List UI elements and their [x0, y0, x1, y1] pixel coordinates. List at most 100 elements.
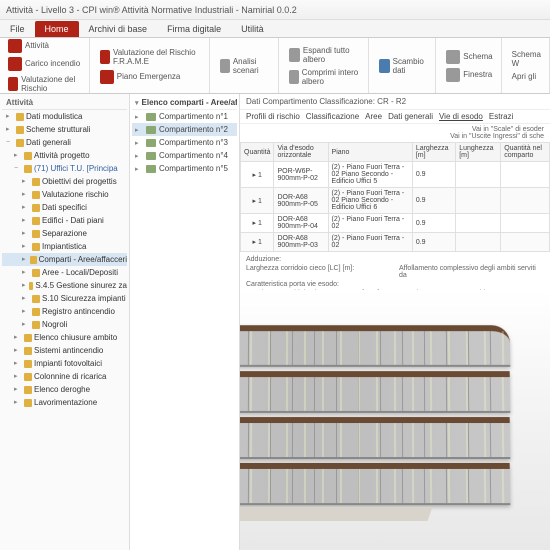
btn-schema[interactable]: Schema [444, 49, 494, 65]
tree-node[interactable]: ▸Elenco chiusure ambito [2, 331, 127, 344]
tree-node[interactable]: ▸Separazione [2, 227, 127, 240]
ctab-aree[interactable]: Aree [365, 112, 382, 121]
expand-icon[interactable]: ▸ [14, 331, 22, 344]
expand-icon[interactable]: ▸ [14, 344, 22, 357]
chevron-icon[interactable]: ▸ [135, 152, 143, 160]
3d-viewport[interactable] [240, 290, 550, 550]
tree-node[interactable]: ▸Sistemi antincendio [2, 344, 127, 357]
btn-apri[interactable]: Apri gli [510, 71, 543, 82]
tree-node[interactable]: ▸Nogroli [2, 318, 127, 331]
tab-archivi[interactable]: Archivi di base [79, 21, 158, 37]
tree-node[interactable]: ▸Scheme strutturali [2, 123, 127, 136]
col-via[interactable]: Via d'esodo orizzontale [274, 143, 328, 162]
tree-node[interactable]: ▸Obiettivi dei progettis [2, 175, 127, 188]
chevron-icon[interactable]: ▸ [135, 139, 143, 147]
tab-file[interactable]: File [0, 21, 35, 37]
expand-icon[interactable]: − [6, 136, 14, 149]
tree-node[interactable]: ▸Dati modulistica [2, 110, 127, 123]
tab-home[interactable]: Home [35, 21, 79, 37]
ctab-esodo[interactable]: Vie di esodo [439, 112, 483, 121]
btn-analisi[interactable]: Analisi scenari [218, 56, 272, 76]
expand-icon[interactable]: ▸ [22, 318, 30, 331]
table-row[interactable]: ▸ 1DOR-A68 900mm-P-04(2) - Piano Fuori T… [241, 214, 550, 233]
link-uscite[interactable]: Vai in "Uscite Ingressi" di sche [246, 133, 544, 140]
btn-expand-tree[interactable]: Espandi tutto albero [287, 45, 363, 65]
btn-attivita[interactable]: Attività [6, 38, 83, 54]
chevron-icon[interactable]: ▸ [135, 113, 143, 121]
expand-icon[interactable]: ▸ [6, 123, 14, 136]
expand-icon[interactable]: ▸ [22, 305, 30, 318]
tree-node[interactable]: ▸Lavorimentazione [2, 396, 127, 409]
tree-node[interactable]: −Dati generali [2, 136, 127, 149]
tree-node[interactable]: ▸Registro antincendio [2, 305, 127, 318]
tree-node[interactable]: ▸Dati specifici [2, 201, 127, 214]
floor-1 [240, 417, 510, 459]
table-row[interactable]: ▸ 1POR-W6P-900mm-P-02(2) - Piano Fuori T… [241, 162, 550, 188]
expand-icon[interactable]: − [14, 162, 22, 175]
btn-finestra[interactable]: Finestra [444, 67, 494, 83]
col-qcomp[interactable]: Quantità nel comparto [501, 143, 550, 162]
chevron-icon[interactable]: ▸ [135, 165, 143, 173]
btn-frame[interactable]: Valutazione del Rischio F.R.A.M.E [98, 47, 203, 67]
btn-scambio[interactable]: Scambio dati [377, 56, 429, 76]
ctab-dati[interactable]: Dati generali [388, 112, 433, 121]
tree-node[interactable]: ▸S.4.5 Gestione sinurez za [2, 279, 127, 292]
ctab-profili[interactable]: Profili di rischio [246, 112, 300, 121]
btn-emergenza[interactable]: Piano Emergenza [98, 69, 203, 85]
expand-icon[interactable]: ▸ [22, 266, 30, 279]
folder-icon [16, 113, 24, 121]
expand-icon[interactable]: ▸ [22, 253, 28, 266]
expand-icon[interactable]: ▸ [22, 240, 30, 253]
col-larghezza[interactable]: Larghezza [m] [412, 143, 455, 162]
expand-icon[interactable]: ▸ [22, 188, 30, 201]
col-lunghezza[interactable]: Lunghezza [m] [456, 143, 501, 162]
link-scale[interactable]: Vai in "Scale" di esoder [246, 126, 544, 133]
tree-node[interactable]: ▸Attività progetto [2, 149, 127, 162]
ribbon-group-5: Scambio dati [371, 38, 436, 93]
expand-icon[interactable]: ▸ [22, 175, 30, 188]
expand-icon[interactable]: ▸ [14, 396, 22, 409]
expand-icon[interactable]: ▸ [14, 370, 22, 383]
tab-firma[interactable]: Firma digitale [157, 21, 231, 37]
tree-node[interactable]: ▸S.10 Sicurezza impianti [2, 292, 127, 305]
compartment-item[interactable]: ▸Compartimento n°3 [132, 136, 237, 149]
compartment-item[interactable]: ▸Compartimento n°5 [132, 162, 237, 175]
tree-node[interactable]: ▸Impianti fotovoltaici [2, 357, 127, 370]
expand-icon[interactable]: ▸ [6, 110, 14, 123]
expand-icon[interactable]: ▸ [22, 227, 30, 240]
sidebar-title: Attività [2, 96, 127, 110]
expand-icon[interactable]: ▸ [22, 279, 27, 292]
expand-icon[interactable]: ▸ [22, 292, 30, 305]
tree-node[interactable]: ▸Colonnine di ricarica [2, 370, 127, 383]
expand-icon[interactable]: ▸ [14, 149, 22, 162]
col-quantita[interactable]: Quantità [241, 143, 274, 162]
tree-node[interactable]: ▸Comparti - Aree/affacceri [2, 253, 127, 266]
expand-icon[interactable]: ▸ [22, 214, 30, 227]
tab-utilita[interactable]: Utilità [231, 21, 274, 37]
expand-icon[interactable]: ▸ [14, 383, 22, 396]
expand-icon[interactable]: ▸ [14, 357, 22, 370]
chevron-down-icon[interactable]: ▾ [135, 99, 139, 107]
ctab-class[interactable]: Classificazione [306, 112, 359, 121]
btn-schema-w[interactable]: Schema W [510, 49, 543, 69]
compartment-icon [146, 139, 156, 147]
tree-node[interactable]: ▸Valutazione rischio [2, 188, 127, 201]
expand-icon[interactable]: ▸ [22, 201, 30, 214]
compartment-item[interactable]: ▸Compartimento n°1 [132, 110, 237, 123]
btn-collapse-tree[interactable]: Comprimi intero albero [287, 67, 363, 87]
tree-node[interactable]: ▸Elenco deroghe [2, 383, 127, 396]
tree-node[interactable]: ▸Edifici - Dati piani [2, 214, 127, 227]
table-row[interactable]: ▸ 1DOR-A68 900mm-P-03(2) - Piano Fuori T… [241, 233, 550, 252]
folder-icon [24, 334, 32, 342]
btn-valutazione[interactable]: Valutazione del Rischio [6, 74, 83, 94]
tree-node[interactable]: −(71) Uffici T.U. [Principa [2, 162, 127, 175]
chevron-icon[interactable]: ▸ [135, 126, 143, 134]
compartment-item[interactable]: ▸Compartimento n°4 [132, 149, 237, 162]
btn-carico[interactable]: Carico incendio [6, 56, 83, 72]
compartment-item[interactable]: ▸Compartimento n°2 [132, 123, 237, 136]
col-piano[interactable]: Piano [328, 143, 412, 162]
tree-node[interactable]: ▸Aree - Locali/Depositi [2, 266, 127, 279]
ctab-estrazi[interactable]: Estrazi [489, 112, 513, 121]
table-row[interactable]: ▸ 1DOR-A68 900mm-P-05(2) - Piano Fuori T… [241, 188, 550, 214]
tree-node[interactable]: ▸Impiantistica [2, 240, 127, 253]
